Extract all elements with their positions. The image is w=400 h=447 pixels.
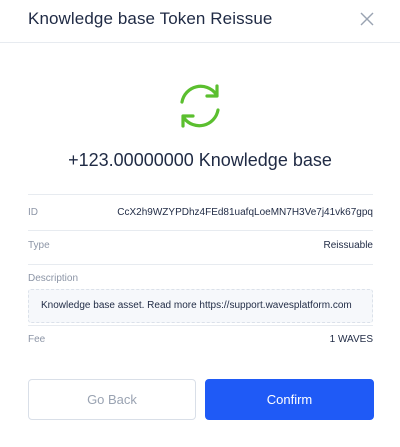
detail-row-fee: Fee 1 WAVES [28,325,373,354]
refresh-icon [174,82,226,130]
detail-row-type: Type Reissuable [28,230,373,263]
reissue-amount: +123.00000000 Knowledge base [68,150,332,170]
description-value: Knowledge base asset. Read more https://… [41,300,352,311]
id-value: CcX2h9WZYPDhz4FEd81uafqLoeMN7H3Ve7j41vk6… [117,207,373,218]
modal-header: Knowledge base Token Reissue [0,0,400,43]
close-icon[interactable] [360,12,374,26]
detail-row-id: ID CcX2h9WZYPDhz4FEd81uafqLoeMN7H3Ve7j41… [28,194,373,231]
id-label: ID [28,207,38,218]
description-label: Description [28,273,79,284]
description-box: Knowledge base asset. Read more https://… [28,289,373,323]
go-back-button[interactable]: Go Back [28,379,196,420]
type-value: Reissuable [323,240,373,251]
type-label: Type [28,240,50,251]
modal-title: Knowledge base Token Reissue [28,9,273,28]
fee-label: Fee [28,334,46,345]
confirm-button[interactable]: Confirm [205,379,374,420]
fee-value: 1 WAVES [329,334,373,345]
token-reissue-modal: Knowledge base Token Reissue +123.000000… [0,0,400,447]
